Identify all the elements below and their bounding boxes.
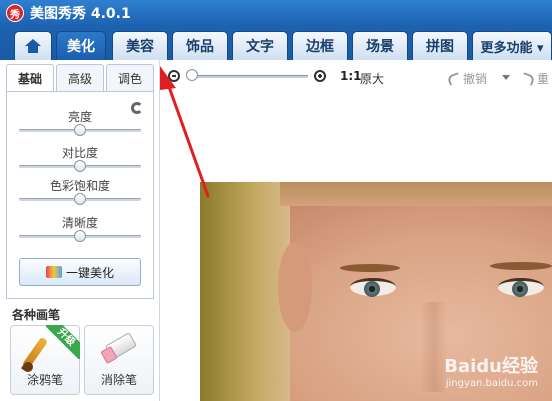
- tab-collage[interactable]: 拼图: [412, 31, 468, 60]
- subtab-basic[interactable]: 基础: [6, 64, 54, 92]
- brush-section-title: 各种画笔: [12, 308, 61, 322]
- zoom-in-icon[interactable]: [314, 70, 326, 82]
- home-button[interactable]: [14, 31, 52, 60]
- photo-ear: [278, 242, 312, 332]
- eraser-pen-tool[interactable]: 消除笔: [84, 325, 154, 395]
- photo-hair-region: [200, 182, 290, 401]
- left-panel: 基础 高级 调色 亮度 对比度 色彩饱和度 清晰度 一键美化 各种画笔 升级 涂…: [0, 60, 160, 401]
- photo-left-eye: [350, 278, 396, 297]
- tab-text[interactable]: 文字: [232, 31, 288, 60]
- photo-right-iris: [512, 281, 528, 297]
- one-click-beautify-button[interactable]: 一键美化: [19, 258, 141, 286]
- app-logo-icon: 秀: [6, 4, 24, 22]
- tab-beautify[interactable]: 美化: [56, 31, 106, 60]
- canvas-toolbar: 1:1 原大 撤销 重: [160, 60, 552, 94]
- redo-icon: [520, 71, 536, 86]
- upgrade-badge: 升级: [46, 325, 80, 359]
- doodle-pen-label: 涂鸦笔: [26, 373, 63, 387]
- title-bar: 秀 美图秀秀 4.0.1: [0, 0, 552, 26]
- edited-photo[interactable]: Baidu经验 jingyan.baidu.com: [200, 182, 552, 401]
- contrast-slider[interactable]: [19, 160, 141, 172]
- tab-accessories[interactable]: 饰品: [172, 31, 228, 60]
- zoom-out-icon[interactable]: [168, 70, 180, 82]
- magic-wand-icon: [45, 266, 62, 278]
- contrast-label: 对比度: [61, 146, 98, 160]
- doodle-pen-tool[interactable]: 升级 涂鸦笔: [10, 325, 80, 395]
- undo-button[interactable]: 撤销: [446, 70, 488, 87]
- zoom-slider-knob[interactable]: [186, 69, 198, 81]
- watermark-title: Baidu经验: [444, 356, 538, 377]
- app-title: 美图秀秀 4.0.1: [30, 6, 131, 22]
- brightness-label: 亮度: [67, 110, 92, 124]
- redo-label: 重: [537, 72, 550, 86]
- zoom-slider[interactable]: [188, 75, 308, 78]
- subtab-color-adjust[interactable]: 调色: [106, 64, 154, 92]
- sharpness-slider[interactable]: [19, 230, 141, 242]
- tab-more-features[interactable]: 更多功能 ▾: [472, 31, 552, 60]
- tab-frame[interactable]: 边框: [292, 31, 348, 60]
- saturation-slider-knob[interactable]: [74, 193, 86, 205]
- subtab-bar: 基础 高级 调色: [6, 64, 154, 92]
- watermark-url: jingyan.baidu.com: [445, 378, 538, 389]
- tab-beauty[interactable]: 美容: [112, 31, 168, 60]
- original-size-button[interactable]: 原大: [360, 70, 384, 87]
- saturation-label: 色彩饱和度: [49, 179, 110, 193]
- main-menu-bar: 美化 美容 饰品 文字 边框 场景 拼图 更多功能 ▾: [0, 26, 552, 60]
- contrast-slider-knob[interactable]: [74, 160, 86, 172]
- photo-right-eye: [498, 278, 544, 297]
- photo-hairline: [280, 182, 552, 206]
- brightness-slider-knob[interactable]: [74, 124, 86, 136]
- photo-right-eyebrow: [490, 262, 552, 270]
- photo-left-iris: [364, 281, 380, 297]
- undo-icon: [446, 71, 462, 86]
- home-icon: [25, 39, 41, 53]
- tab-scene[interactable]: 场景: [352, 31, 408, 60]
- baidu-watermark: Baidu经验 jingyan.baidu.com: [444, 352, 538, 389]
- actual-size-ratio-button[interactable]: 1:1: [340, 69, 362, 83]
- brightness-slider[interactable]: [19, 124, 141, 136]
- subtab-advanced[interactable]: 高级: [56, 64, 104, 92]
- saturation-slider[interactable]: [19, 193, 141, 205]
- sharpness-slider-knob[interactable]: [74, 230, 86, 242]
- photo-left-eyebrow: [340, 264, 400, 272]
- one-click-beautify-label: 一键美化: [65, 265, 114, 280]
- undo-history-dropdown-icon[interactable]: [502, 75, 510, 80]
- redo-button[interactable]: 重: [520, 70, 550, 87]
- basic-adjust-panel: 亮度 对比度 色彩饱和度 清晰度 一键美化: [6, 91, 154, 299]
- sharpness-label: 清晰度: [61, 216, 98, 230]
- eraser-pen-label: 消除笔: [100, 373, 137, 387]
- image-canvas[interactable]: Baidu经验 jingyan.baidu.com: [160, 94, 552, 401]
- undo-label: 撤销: [463, 72, 488, 86]
